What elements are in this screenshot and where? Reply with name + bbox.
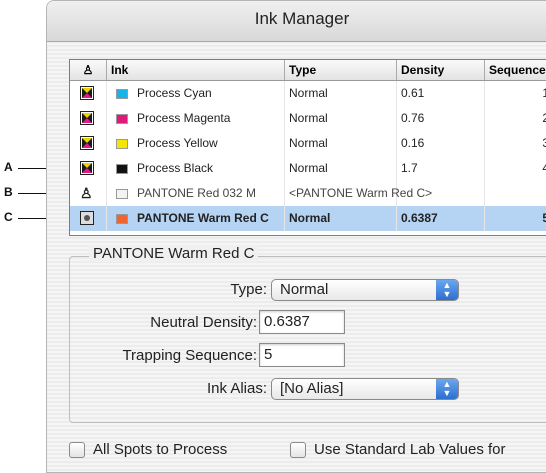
callout-a: A [4,160,13,174]
table-row[interactable]: Process BlackNormal1.74 [70,156,546,181]
column-divider [106,131,107,156]
type-label: Type: [230,281,267,298]
table-row[interactable]: ♙ PANTONE Red 032 M <PANTONE Warm Red C> [70,181,546,206]
popup-arrows-icon: ▲ ▼ [436,379,458,399]
process-ink-icon-glyph [82,113,92,123]
ink-alias-label: Ink Alias: [206,380,267,397]
column-divider [284,81,285,106]
table-row[interactable]: PANTONE Warm Red CNormal0.63875 [70,206,546,231]
column-divider [106,106,107,131]
all-spots-to-process-label: All Spots to Process [93,441,228,458]
column-divider [284,131,285,156]
ink-alias-select[interactable]: [No Alias] ▲ ▼ [271,378,459,400]
all-spots-to-process-checkbox[interactable] [69,442,85,458]
use-standard-lab-values-label: Use Standard Lab Values for [314,441,506,458]
ink-sequence: 1 [489,81,546,106]
table-row[interactable]: Process MagentaNormal0.762 [70,106,546,131]
column-divider [284,156,285,181]
window-title: Ink Manager [254,9,350,28]
column-divider [106,81,107,106]
ink-swatch [116,214,128,224]
ink-sequence: 5 [489,206,546,231]
ink-density: 0.16 [401,136,425,150]
ink-swatch [116,139,128,149]
ink-name: Process Yellow [137,136,218,150]
ink-density: 1.7 [401,161,418,175]
process-ink-icon[interactable] [80,111,94,125]
column-divider [484,131,485,156]
column-divider [284,106,285,131]
ink-manager-dialog: Ink Manager ♙ Ink Type Density Sequence … [46,0,546,473]
process-ink-icon[interactable] [80,161,94,175]
trapping-sequence-field[interactable]: 5 [259,343,345,367]
group-title: PANTONE Warm Red C [89,245,259,262]
ink-density: 0.61 [401,86,425,100]
column-divider [284,206,285,231]
use-standard-lab-values-checkbox[interactable] [290,442,306,458]
column-divider [106,206,107,231]
spot-ink-icon[interactable] [80,211,94,225]
ink-alias-icon[interactable]: ♙ [80,185,93,202]
ink-table: ♙ Ink Type Density Sequence Process Cyan… [69,59,546,236]
neutral-density-label: Neutral Density: [150,314,257,331]
column-header-type[interactable]: Type [284,60,396,80]
process-ink-icon-glyph [82,138,92,148]
ink-sequence: 2 [489,106,546,131]
type-select[interactable]: Normal ▲ ▼ [271,279,459,301]
column-header-density[interactable]: Density [396,60,484,80]
ink-name: Process Cyan [137,86,212,100]
ink-density: 0.76 [401,111,425,125]
column-divider [106,156,107,181]
spot-ink-icon-glyph [84,215,90,221]
title-bar[interactable]: Ink Manager [47,1,546,42]
ink-type-column-header[interactable]: ♙ [70,60,106,80]
trapping-sequence-label: Trapping Sequence: [122,347,257,364]
ink-density: 0.6387 [401,211,438,225]
column-divider [106,181,107,206]
table-row[interactable]: Process CyanNormal0.611 [70,81,546,106]
ink-swatch [116,89,128,99]
column-divider [284,181,285,206]
ink-swatch [116,114,128,124]
column-divider [484,206,485,231]
column-header-ink[interactable]: Ink [106,60,284,80]
column-header-sequence[interactable]: Sequence [484,60,546,80]
ink-name: Process Black [137,161,214,175]
ink-density [401,181,481,206]
callout-b: B [4,185,13,199]
ink-alias-icon: ♙ [82,63,94,77]
popup-arrows-icon: ▲ ▼ [436,280,458,300]
table-header: ♙ Ink Type Density Sequence [70,60,546,81]
ink-swatch [116,189,128,199]
ink-name: PANTONE Warm Red C [137,211,269,225]
ink-sequence [489,181,546,206]
process-ink-icon[interactable] [80,136,94,150]
process-ink-icon-glyph [82,88,92,98]
ink-sequence: 4 [489,156,546,181]
table-row[interactable]: Process YellowNormal0.163 [70,131,546,156]
neutral-density-field[interactable]: 0.6387 [259,310,345,334]
column-divider [484,106,485,131]
column-divider [484,81,485,106]
column-divider [484,156,485,181]
type-select-value: Normal [280,281,329,298]
ink-swatch [116,164,128,174]
process-ink-icon[interactable] [80,86,94,100]
column-divider [484,181,485,206]
ink-alias-select-value: [No Alias] [280,380,344,397]
ink-name: PANTONE Red 032 M [137,186,256,200]
callout-c: C [4,210,13,224]
process-ink-icon-glyph [82,163,92,173]
ink-name: Process Magenta [137,111,231,125]
ink-sequence: 3 [489,131,546,156]
